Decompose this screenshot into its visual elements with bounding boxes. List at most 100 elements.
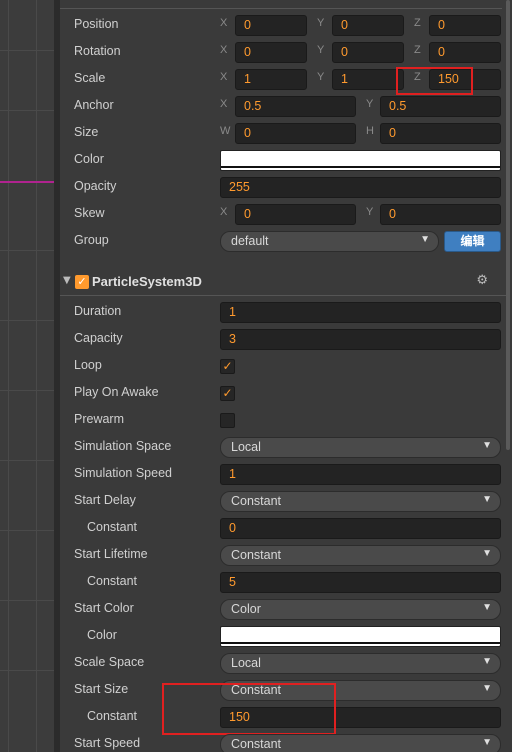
start-delay-row: Start Delay Constant ▼ xyxy=(60,488,506,515)
start-lifetime-mode-select[interactable]: Constant ▼ xyxy=(220,545,501,566)
axis-x-label: X xyxy=(220,44,228,56)
start-delay-mode-select[interactable]: Constant ▼ xyxy=(220,491,501,512)
collapse-triangle-icon[interactable]: ▼ xyxy=(63,275,71,286)
position-x-input[interactable]: 0 xyxy=(235,15,307,36)
color-swatch[interactable] xyxy=(220,150,501,171)
start-lifetime-row: Start Lifetime Constant ▼ xyxy=(60,542,506,569)
skew-row: Skew X 0 Y 0 xyxy=(60,201,506,228)
start-speed-row: Start Speed Constant ▼ xyxy=(60,731,506,752)
rotation-z-input[interactable]: 0 xyxy=(429,42,501,63)
start-speed-mode-select[interactable]: Constant ▼ xyxy=(220,734,501,752)
axis-x-label: X xyxy=(220,17,228,29)
duration-input[interactable]: 1 xyxy=(220,302,501,323)
axis-z-label: Z xyxy=(414,44,421,56)
particle-system-header[interactable]: ▼ ✓ ParticleSystem3D ⚙ xyxy=(60,268,506,296)
start-delay-constant-input[interactable]: 0 xyxy=(220,518,501,539)
grid-line xyxy=(0,530,54,531)
axis-x-label: X xyxy=(220,98,228,110)
grid-line xyxy=(0,250,54,251)
anchor-y-input[interactable]: 0.5 xyxy=(380,96,501,117)
axis-h-label: H xyxy=(366,125,374,137)
gear-icon[interactable]: ⚙ xyxy=(476,273,488,288)
scale-space-select[interactable]: Local ▼ xyxy=(220,653,501,674)
start-lifetime-constant-input[interactable]: 5 xyxy=(220,572,501,593)
group-select[interactable]: default ▼ xyxy=(220,231,439,252)
simulation-space-select[interactable]: Local ▼ xyxy=(220,437,501,458)
caret-down-icon: ▼ xyxy=(482,440,492,451)
grid-line xyxy=(8,0,9,752)
grid-line xyxy=(0,460,54,461)
scene-view-strip[interactable] xyxy=(0,0,54,752)
opacity-label: Opacity xyxy=(74,179,117,193)
group-label: Group xyxy=(74,233,109,247)
color-label: Color xyxy=(74,152,104,166)
simulation-speed-input[interactable]: 1 xyxy=(220,464,501,485)
grid-line xyxy=(0,390,54,391)
start-color-color-row: Color xyxy=(60,623,506,650)
axis-y-label: Y xyxy=(317,44,325,56)
caret-down-icon: ▼ xyxy=(482,602,492,613)
grid-line xyxy=(0,320,54,321)
scale-y-input[interactable]: 1 xyxy=(332,69,404,90)
grid-line xyxy=(0,50,54,51)
position-z-input[interactable]: 0 xyxy=(429,15,501,36)
start-delay-label: Start Delay xyxy=(74,493,136,507)
size-h-input[interactable]: 0 xyxy=(380,123,501,144)
start-color-swatch[interactable] xyxy=(220,626,501,647)
position-label: Position xyxy=(74,17,119,31)
axis-x-label: X xyxy=(220,71,228,83)
prewarm-checkbox[interactable] xyxy=(220,413,235,428)
skew-x-input[interactable]: 0 xyxy=(235,204,356,225)
scale-x-input[interactable]: 1 xyxy=(235,69,307,90)
skew-label: Skew xyxy=(74,206,105,220)
start-delay-constant-row: Constant 0 xyxy=(60,515,506,542)
anchor-label: Anchor xyxy=(74,98,114,112)
highlight-box-scale-z xyxy=(396,67,473,95)
grid-line xyxy=(36,0,37,752)
play-on-awake-checkbox[interactable]: ✓ xyxy=(220,386,235,401)
axis-y-label: Y xyxy=(366,98,374,110)
simulation-speed-row: Simulation Speed 1 xyxy=(60,461,506,488)
scrollbar[interactable] xyxy=(506,0,510,450)
component-enabled-checkbox[interactable]: ✓ xyxy=(75,275,89,289)
grid-line xyxy=(0,670,54,671)
rotation-row: Rotation X 0 Y 0 Z 0 xyxy=(60,39,506,66)
loop-checkbox[interactable]: ✓ xyxy=(220,359,235,374)
start-lifetime-constant-label: Constant xyxy=(87,574,138,588)
opacity-input[interactable]: 255 xyxy=(220,177,501,198)
caret-down-icon: ▼ xyxy=(482,548,492,559)
caret-down-icon: ▼ xyxy=(420,234,430,245)
rotation-x-input[interactable]: 0 xyxy=(235,42,307,63)
group-select-value: default xyxy=(231,234,269,248)
capacity-input[interactable]: 3 xyxy=(220,329,501,350)
axis-y-label: Y xyxy=(317,71,325,83)
group-row: Group default ▼ 编辑 xyxy=(60,228,506,255)
start-color-mode-select[interactable]: Color ▼ xyxy=(220,599,501,620)
play-on-awake-row: Play On Awake ✓ xyxy=(60,380,506,407)
scene-axis-line xyxy=(0,181,54,183)
rotation-y-input[interactable]: 0 xyxy=(332,42,404,63)
simulation-speed-label: Simulation Speed xyxy=(74,466,172,480)
start-color-row: Start Color Color ▼ xyxy=(60,596,506,623)
loop-row: Loop ✓ xyxy=(60,353,506,380)
scale-space-row: Scale Space Local ▼ xyxy=(60,650,506,677)
position-y-input[interactable]: 0 xyxy=(332,15,404,36)
edit-group-button[interactable]: 编辑 xyxy=(444,231,501,252)
skew-y-input[interactable]: 0 xyxy=(380,204,501,225)
simulation-space-label: Simulation Space xyxy=(74,439,172,453)
anchor-x-input[interactable]: 0.5 xyxy=(235,96,356,117)
size-w-input[interactable]: 0 xyxy=(235,123,356,144)
start-size-label: Start Size xyxy=(74,682,129,696)
component-title: ParticleSystem3D xyxy=(92,274,202,289)
select-value: Local xyxy=(231,656,261,670)
position-row: Position X 0 Y 0 Z 0 xyxy=(60,12,506,39)
anchor-row: Anchor X 0.5 Y 0.5 xyxy=(60,93,506,120)
axis-z-label: Z xyxy=(414,17,421,29)
start-size-constant-label: Constant xyxy=(87,709,138,723)
duration-label: Duration xyxy=(74,304,122,318)
separator xyxy=(60,8,502,9)
axis-y-label: Y xyxy=(366,206,374,218)
start-delay-constant-label: Constant xyxy=(87,520,138,534)
axis-w-label: W xyxy=(220,125,231,137)
inspector-panel: Position X 0 Y 0 Z 0 Rotation X 0 Y 0 Z … xyxy=(60,0,512,752)
